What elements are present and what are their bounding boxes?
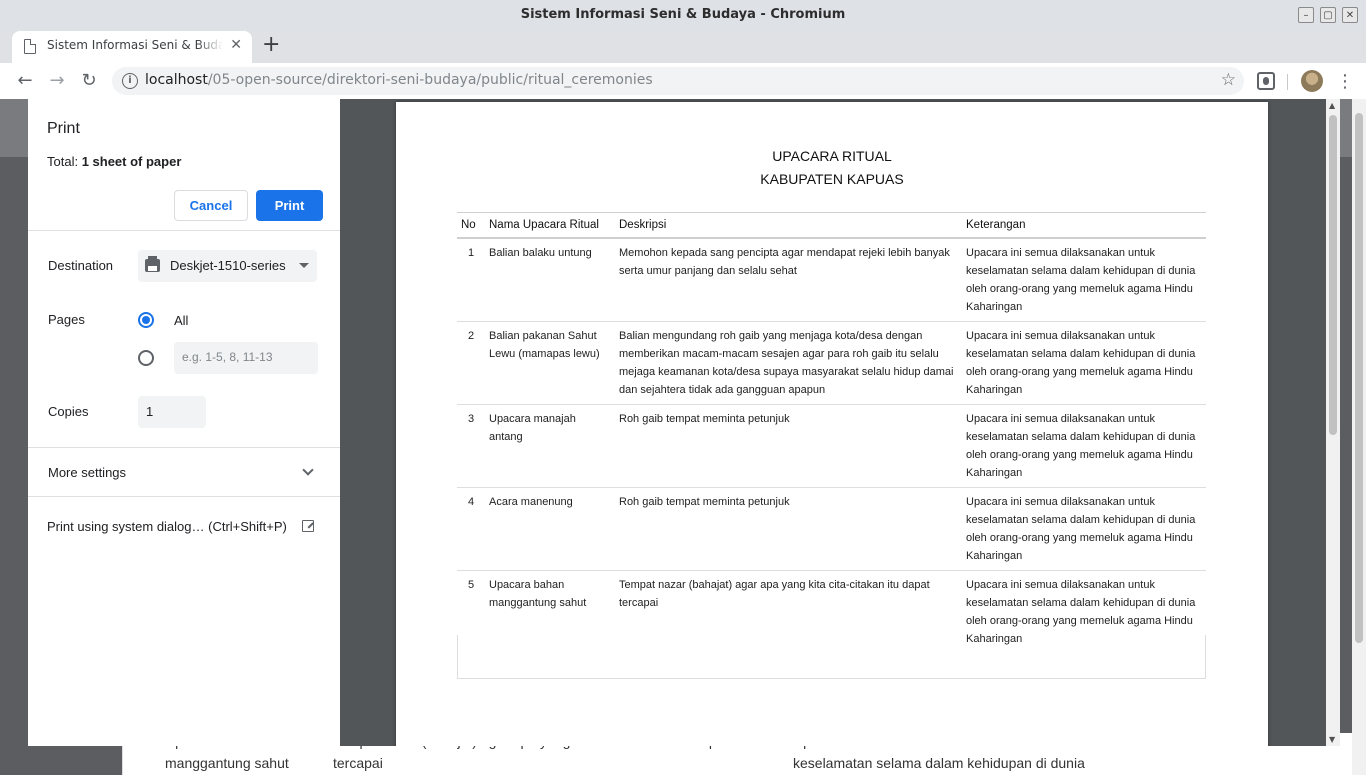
destination-select[interactable]: Deskjet-1510-series (138, 250, 317, 282)
maximize-button[interactable]: ▢ (1320, 7, 1336, 23)
window-controls: – ▢ ✕ (1298, 4, 1358, 26)
page-icon (24, 39, 36, 54)
table-row: 4 Acara manenung Roh gaib tempat meminta… (457, 487, 1206, 571)
col-header-no: No (457, 212, 485, 239)
bookmark-star-icon[interactable]: ☆ (1221, 70, 1236, 90)
table-row: 1 Balian balaku untung Memohon kepada sa… (457, 238, 1206, 322)
open-external-icon (302, 520, 314, 532)
cell-note: Upacara ini semua dilaksanakan untuk kes… (962, 321, 1206, 405)
document-title-line1: UPACARA RITUAL (772, 148, 892, 164)
cell-note: Upacara ini semua dilaksanakan untuk kes… (962, 238, 1206, 322)
preview-scrollbar[interactable]: ▲ ▼ (1326, 99, 1340, 746)
cell-no: 1 (457, 238, 485, 322)
reload-button[interactable]: ↻ (77, 69, 101, 93)
browser-menu-icon[interactable]: ⋮ (1336, 71, 1354, 92)
divider (28, 496, 340, 497)
pages-range-input[interactable]: e.g. 1-5, 8, 11-13 (174, 342, 318, 374)
pages-custom-radio[interactable] (138, 350, 154, 366)
cell-name: Balian balaku untung (485, 238, 615, 322)
url-path: /05-open-source/direktori-seni-budaya/pu… (207, 72, 653, 88)
address-bar[interactable]: i localhost/05-open-source/direktori-sen… (112, 67, 1244, 95)
cell-no: 4 (457, 487, 485, 571)
site-info-icon[interactable]: i (122, 73, 138, 89)
window-titlebar: Sistem Informasi Seni & Budaya - Chromiu… (0, 0, 1366, 31)
total-value: 1 sheet of paper (81, 154, 182, 169)
ritual-table: No Nama Upacara Ritual Deskripsi Keteran… (457, 212, 1206, 653)
system-dialog-link[interactable]: Print using system dialog… (Ctrl+Shift+P… (47, 519, 287, 534)
col-header-name: Nama Upacara Ritual (485, 212, 615, 239)
cell-desc: Balian mengundang roh gaib yang menjaga … (615, 321, 962, 405)
print-title: Print (47, 120, 80, 137)
destination-value: Deskjet-1510-series (170, 258, 286, 273)
cell-desc: Memohon kepada sang pencipta agar mendap… (615, 238, 962, 322)
pages-all-label[interactable]: All (174, 313, 188, 328)
scroll-down-icon[interactable]: ▼ (1329, 735, 1335, 744)
toolbar-separator (1287, 74, 1288, 90)
divider (28, 447, 340, 448)
page-scrollbar-thumb[interactable] (1355, 113, 1363, 643)
cancel-button[interactable]: Cancel (174, 190, 248, 221)
divider (28, 230, 340, 231)
scrollbar-thumb[interactable] (1329, 115, 1337, 435)
table-footer-box (457, 635, 1206, 679)
chevron-down-icon[interactable] (302, 464, 314, 476)
cell-note: Upacara ini semua dilaksanakan untuk kes… (962, 404, 1206, 488)
cell-note: Upacara ini semua dilaksanakan untuk kes… (962, 487, 1206, 571)
total-label: Total: (47, 154, 82, 169)
pages-label: Pages (48, 312, 85, 327)
copies-input[interactable]: 1 (138, 396, 206, 428)
forward-button[interactable]: → (45, 69, 69, 93)
cell-desc: Roh gaib tempat meminta petunjuk (615, 487, 962, 571)
browser-tab[interactable]: Sistem Informasi Seni & Budaya ✕ (12, 31, 252, 63)
window-title: Sistem Informasi Seni & Budaya - Chromiu… (520, 7, 846, 22)
cell-no: 3 (457, 404, 485, 488)
url-text[interactable]: localhost/05-open-source/direktori-seni-… (145, 72, 653, 88)
print-preview-area: UPACARA RITUAL KABUPATEN KAPUAS No Nama … (340, 99, 1326, 746)
cell-name: Acara manenung (485, 487, 615, 571)
url-host: localhost (145, 72, 208, 88)
new-tab-button[interactable]: + (262, 34, 280, 56)
back-button[interactable]: ← (13, 69, 37, 93)
cell-desc: Roh gaib tempat meminta petunjuk (615, 404, 962, 488)
col-header-desc: Deskripsi (615, 212, 962, 239)
tab-close-icon[interactable]: ✕ (230, 37, 242, 53)
table-row: 3 Upacara manajah antang Roh gaib tempat… (457, 404, 1206, 488)
minimize-button[interactable]: – (1298, 7, 1314, 23)
copies-label: Copies (48, 404, 89, 419)
bg-row-name-2: manggantung sahut (165, 755, 289, 771)
page-scrollbar[interactable] (1352, 99, 1366, 775)
destination-label: Destination (48, 258, 114, 273)
print-button[interactable]: Print (256, 190, 323, 221)
close-window-button[interactable]: ✕ (1342, 7, 1358, 23)
cell-name: Balian pakanan Sahut Lewu (mamapas lewu) (485, 321, 615, 405)
bg-row-note-2: keselamatan selama dalam kehidupan di du… (793, 755, 1085, 771)
extension-icon[interactable] (1257, 72, 1275, 90)
col-header-note: Keterangan (962, 212, 1206, 239)
cell-name: Upacara manajah antang (485, 404, 615, 488)
preview-page: UPACARA RITUAL KABUPATEN KAPUAS No Nama … (396, 102, 1268, 746)
bg-row-desc-2: tercapai (333, 755, 383, 771)
pages-all-radio[interactable] (138, 312, 154, 328)
print-total: Total: 1 sheet of paper (47, 154, 181, 169)
print-settings-panel: Print Total: 1 sheet of paper Cancel Pri… (28, 99, 340, 746)
more-settings-toggle[interactable]: More settings (48, 465, 126, 480)
browser-toolbar: ← → ↻ i localhost/05-open-source/direkto… (0, 63, 1366, 99)
tab-title: Sistem Informasi Seni & Budaya (47, 38, 223, 52)
table-header-row: No Nama Upacara Ritual Deskripsi Keteran… (457, 212, 1206, 239)
dropdown-caret-icon (299, 263, 309, 268)
printer-icon (145, 256, 160, 272)
document-title-line2: KABUPATEN KAPUAS (760, 171, 904, 187)
cell-no: 2 (457, 321, 485, 405)
scroll-up-icon[interactable]: ▲ (1329, 101, 1335, 110)
table-row: 2 Balian pakanan Sahut Lewu (mamapas lew… (457, 321, 1206, 405)
profile-avatar[interactable] (1301, 70, 1323, 92)
